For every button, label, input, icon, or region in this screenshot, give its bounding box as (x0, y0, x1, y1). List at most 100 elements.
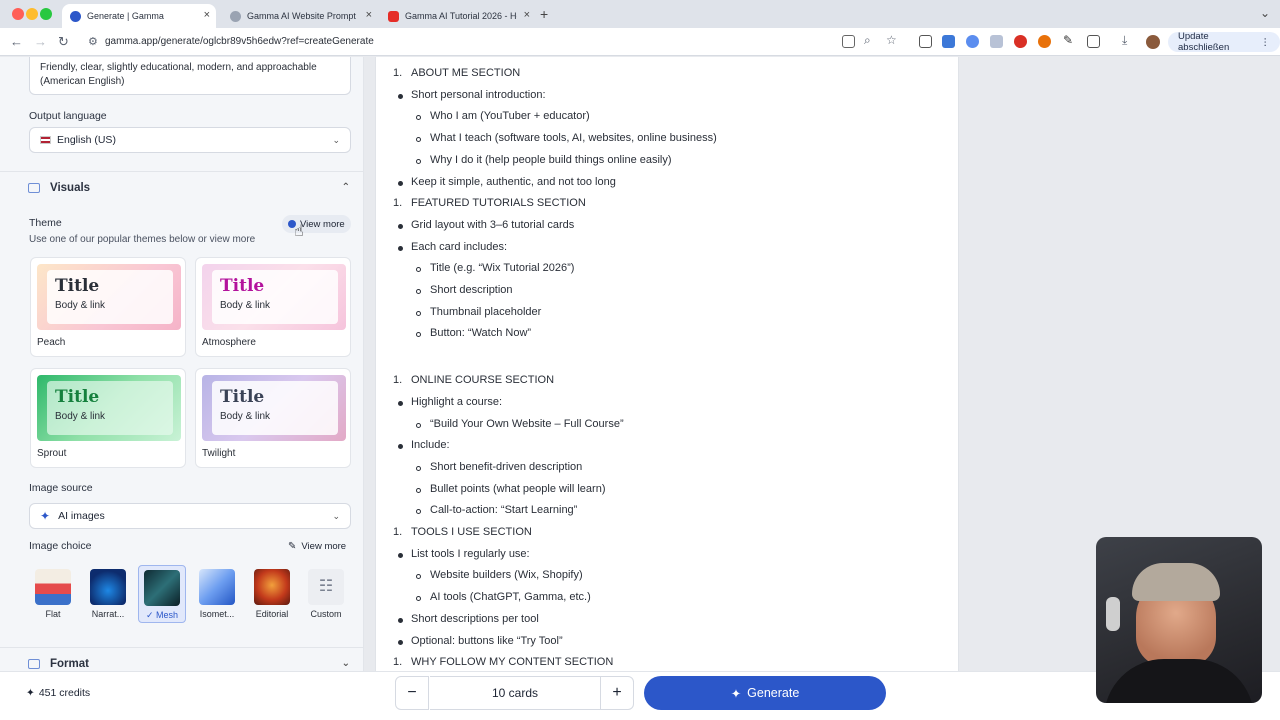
cast-icon[interactable] (842, 35, 855, 48)
webcam-overlay (1096, 537, 1262, 703)
outline-bullet: Short descriptions per tool (411, 612, 539, 625)
image-choice-mesh[interactable]: ✓ Mesh (138, 565, 186, 623)
outline-sub-bullet: Thumbnail placeholder (430, 305, 542, 318)
zoom-icon[interactable]: ⌕ (864, 33, 871, 48)
close-window-button[interactable] (12, 8, 24, 20)
generate-button[interactable]: ✦ Generate (644, 676, 886, 710)
image-source-select[interactable]: ✦ AI images ⌄ (29, 503, 351, 529)
theme-view-more-button[interactable]: View more (282, 215, 351, 233)
image-source-value: AI images (58, 510, 105, 522)
image-choice-narrative[interactable]: Narrat... (84, 569, 132, 619)
tab-gamma-website-prompt[interactable]: Gamma AI Website Prompt × (222, 4, 378, 28)
address-bar: ← → ↻ ⚙ gamma.app/generate/oglcbr89v5h6e… (0, 28, 1280, 56)
sub-bullet-icon (416, 509, 421, 515)
theme-name: Sprout (37, 448, 67, 459)
image-choice-flat[interactable]: Flat (29, 569, 77, 619)
url-field[interactable]: gamma.app/generate/oglcbr89v5h6edw?ref=c… (105, 36, 374, 47)
image-choice-view-more-button[interactable]: ✎ View more (282, 537, 352, 555)
credits-indicator[interactable]: ✦ 451 credits (26, 687, 90, 699)
theme-card-sprout[interactable]: Title Body & link Sprout (30, 368, 186, 468)
theme-card-peach[interactable]: Title Body & link Peach (30, 257, 186, 357)
forward-arrow-icon[interactable]: → (34, 34, 47, 49)
tab-title: Gamma AI Website Prompt (247, 11, 356, 21)
presenter-hat (1132, 563, 1220, 601)
outline-sub-bullet: Button: “Watch Now” (430, 327, 532, 340)
outline-heading: WHY FOLLOW MY CONTENT SECTION (411, 656, 614, 669)
settings-panel: Friendly, clear, slightly educational, m… (0, 57, 364, 671)
image-source-label: Image source (29, 482, 93, 494)
theme-card-atmosphere[interactable]: Title Body & link Atmosphere (195, 257, 351, 357)
format-icon (28, 658, 40, 669)
theme-title: Title (55, 276, 100, 296)
extension-adblock-icon[interactable] (1014, 35, 1027, 48)
site-settings-icon[interactable]: ⚙ (88, 35, 98, 48)
minus-icon: − (407, 684, 417, 701)
decrease-cards-button[interactable]: − (395, 676, 429, 710)
sub-bullet-icon (416, 137, 421, 143)
minimize-window-button[interactable] (26, 8, 38, 20)
outline-heading: ONLINE COURSE SECTION (411, 374, 555, 387)
outline-sub-bullet: “Build Your Own Website – Full Course” (430, 417, 624, 430)
extension-translate-icon[interactable] (942, 35, 955, 48)
chevron-down-icon[interactable]: ⌄ (1260, 6, 1270, 20)
maximize-window-button[interactable] (40, 8, 52, 20)
credits-label: 451 credits (38, 687, 91, 699)
output-language-label: Output language (29, 110, 107, 122)
bookmark-star-icon[interactable]: ☆ (886, 33, 897, 47)
close-icon[interactable]: × (524, 9, 530, 21)
download-icon[interactable]: ⤓ (1122, 33, 1127, 48)
sub-bullet-icon (416, 115, 421, 121)
visuals-section-toggle[interactable]: Visuals ⌃ (0, 171, 363, 203)
format-section-toggle[interactable]: Format ⌄ (0, 647, 363, 671)
theme-preview: Title Body & link (37, 264, 181, 330)
view-more-label: View more (301, 540, 347, 552)
image-choice-isometric[interactable]: Isomet... (193, 569, 241, 619)
theme-card-twilight[interactable]: Title Body & link Twilight (195, 368, 351, 468)
close-icon[interactable]: × (366, 9, 372, 21)
bullet-icon (398, 552, 403, 558)
check-icon: ✓ (145, 610, 157, 620)
extensions-puzzle-icon[interactable] (1087, 35, 1100, 48)
back-arrow-icon[interactable]: ← (10, 34, 23, 49)
pen-icon[interactable]: ✎ (1063, 33, 1073, 47)
screen-capture-icon[interactable] (919, 35, 932, 48)
image-choice-label: Isomet... (199, 609, 235, 619)
prompt-outline[interactable]: 1. ABOUT ME SECTION Short personal introdu… (375, 57, 959, 671)
output-language-value: English (US) (57, 134, 116, 146)
tab-generate-gamma[interactable]: Generate | Gamma × (62, 4, 216, 28)
bullet-icon (398, 639, 403, 645)
chevron-down-icon: ⌄ (332, 510, 340, 521)
profile-avatar[interactable] (1146, 35, 1160, 49)
outline-bullet: Highlight a course: (411, 395, 503, 408)
theme-preview: Title Body & link (202, 264, 346, 330)
output-language-select[interactable]: English (US) ⌄ (29, 127, 351, 153)
update-label: Update abschließen (1178, 31, 1230, 53)
sub-bullet-icon (416, 267, 421, 273)
outline-sub-bullet: Website builders (Wix, Shopify) (430, 569, 583, 582)
tab-youtube-tutorial[interactable]: Gamma AI Tutorial 2026 - Ho × (380, 4, 536, 28)
chevron-down-icon: ⌄ (341, 658, 350, 669)
chevron-up-icon: ⌃ (341, 182, 350, 193)
outline-sub-bullet: Why I do it (help people build things on… (430, 153, 672, 166)
mesh-thumbnail (144, 570, 180, 606)
sparkle-icon: ✦ (26, 687, 35, 699)
theme-label: Theme (29, 217, 62, 229)
sub-bullet-icon (416, 422, 421, 428)
image-choice-custom[interactable]: ☷ Custom (302, 569, 350, 619)
extension-color-icon[interactable] (1038, 35, 1051, 48)
extension-wave-icon[interactable] (990, 35, 1003, 48)
increase-cards-button[interactable]: + (600, 676, 634, 710)
outline-bullet: Grid layout with 3–6 tutorial cards (411, 218, 575, 231)
isometric-thumbnail (199, 569, 235, 605)
update-button[interactable]: Update abschließen ⋮ (1168, 31, 1280, 53)
image-choice-editorial[interactable]: Editorial (248, 569, 296, 619)
tone-textarea[interactable]: Friendly, clear, slightly educational, m… (29, 57, 351, 95)
list-number: 1. (393, 197, 403, 210)
extension-tag-icon[interactable] (966, 35, 979, 48)
theme-name: Peach (37, 337, 66, 348)
new-tab-icon[interactable]: + (540, 6, 548, 22)
close-icon[interactable]: × (204, 9, 210, 21)
bullet-icon (398, 245, 403, 251)
outline-sub-bullet: Title (e.g. “Wix Tutorial 2026”) (430, 262, 575, 275)
reload-icon[interactable]: ↻ (58, 34, 69, 50)
